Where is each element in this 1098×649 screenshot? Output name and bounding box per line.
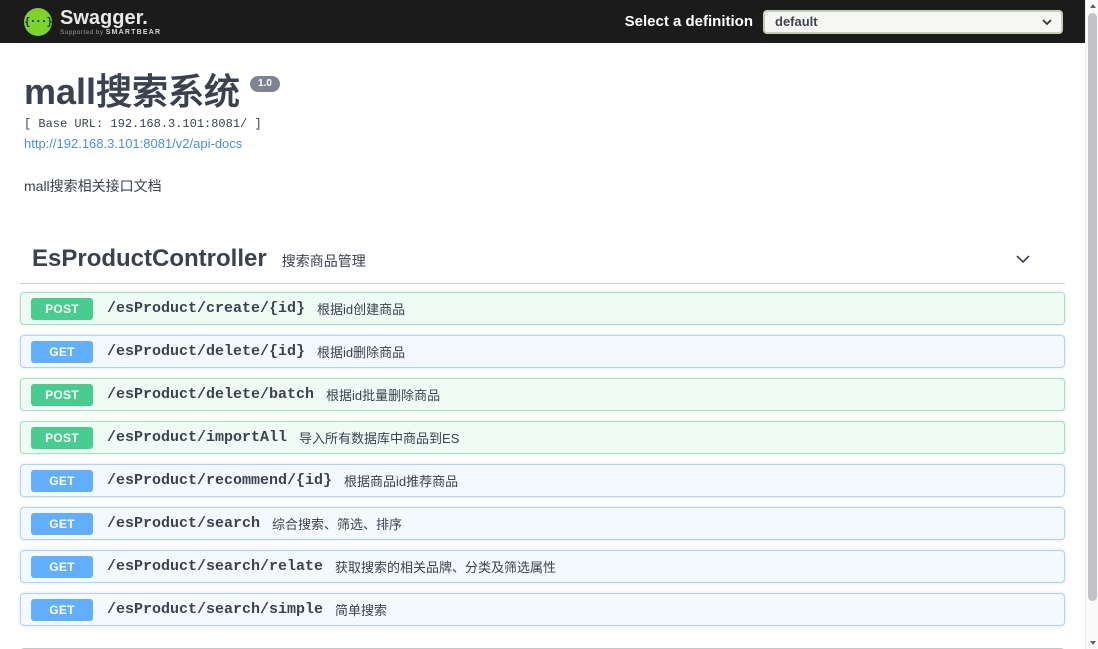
scrollbar[interactable] [1085, 0, 1098, 649]
topbar: {···} Swagger. Supported by SMARTBEAR Se… [0, 0, 1085, 43]
method-badge: GET [31, 512, 93, 535]
braces-glyph: {···} [23, 15, 53, 28]
api-docs-link[interactable]: http://192.168.3.101:8081/v2/api-docs [24, 136, 242, 151]
swagger-logo[interactable]: {···} Swagger. Supported by SMARTBEAR [23, 7, 161, 36]
content-column: {···} Swagger. Supported by SMARTBEAR Se… [0, 0, 1085, 649]
endpoint-summary: 简单搜索 [335, 603, 388, 618]
endpoint-path: /esProduct/search/simple [107, 601, 324, 618]
endpoint-path: /esProduct/recommend/{id} [107, 472, 333, 489]
method-badge: GET [31, 340, 93, 363]
endpoint-row[interactable]: GET /esProduct/search/relate 获取搜索的相关品牌、分… [20, 550, 1065, 583]
section-title: EsProductController [32, 244, 267, 272]
logo-title: Swagger. [60, 6, 148, 29]
section-description: 搜索商品管理 [281, 252, 366, 269]
main-content: mall搜索系统 1.0 [ Base URL: 192.168.3.101:8… [0, 43, 1085, 649]
method-badge: GET [31, 555, 93, 578]
smartbear-label: SMARTBEAR [105, 28, 162, 36]
endpoint-row[interactable]: POST /esProduct/importAll 导入所有数据库中商品到ES [20, 421, 1065, 454]
definition-selector-group: Select a definition default [624, 9, 1063, 34]
select-definition-label: Select a definition [624, 13, 753, 30]
scrollbar-down-arrow-icon[interactable] [1086, 637, 1098, 649]
scrollbar-up-arrow-icon[interactable] [1086, 0, 1098, 12]
endpoint-row[interactable]: POST /esProduct/create/{id} 根据id创建商品 [20, 292, 1065, 325]
section-header-esproductcontroller[interactable]: EsProductController 搜索商品管理 [20, 238, 1065, 284]
definition-select[interactable]: default [763, 9, 1063, 34]
endpoint-path: /esProduct/importAll [107, 429, 288, 446]
endpoint-row[interactable]: GET /esProduct/recommend/{id} 根据商品id推荐商品 [20, 464, 1065, 497]
endpoint-summary: 根据id批量删除商品 [326, 388, 441, 403]
version-badge: 1.0 [250, 76, 280, 92]
method-badge: POST [31, 426, 93, 449]
endpoint-summary: 根据商品id推荐商品 [344, 474, 459, 489]
page-title: mall搜索系统 1.0 [24, 74, 1065, 110]
endpoint-path: /esProduct/delete/{id} [107, 343, 306, 360]
swagger-logo-icon: {···} [23, 7, 53, 36]
endpoint-path: /esProduct/search [107, 515, 261, 532]
swagger-ui-page: {···} Swagger. Supported by SMARTBEAR Se… [0, 0, 1098, 649]
logo-subtitle: Supported by SMARTBEAR [60, 29, 161, 36]
chevron-down-icon [1042, 18, 1052, 25]
endpoint-summary: 根据id删除商品 [317, 345, 406, 360]
supported-by-label: Supported by [60, 28, 104, 36]
api-description: mall搜索相关接口文档 [24, 178, 162, 194]
api-info: mall搜索系统 1.0 [ Base URL: 192.168.3.101:8… [20, 43, 1065, 196]
method-badge: GET [31, 469, 93, 492]
method-badge: POST [31, 297, 93, 320]
endpoint-summary: 导入所有数据库中商品到ES [299, 431, 460, 446]
endpoint-summary: 获取搜索的相关品牌、分类及筛选属性 [335, 560, 557, 575]
definition-select-value: default [775, 14, 818, 29]
endpoint-path: /esProduct/search/relate [107, 558, 324, 575]
scrollbar-thumb[interactable] [1088, 13, 1097, 601]
esproductcontroller-section: EsProductController 搜索商品管理 POST /esProdu… [20, 238, 1065, 626]
api-title-text: mall搜索系统 [24, 71, 241, 112]
endpoint-list: POST /esProduct/create/{id} 根据id创建商品 GET… [20, 292, 1065, 626]
endpoint-path: /esProduct/create/{id} [107, 300, 306, 317]
method-badge: GET [31, 598, 93, 621]
endpoint-row[interactable]: POST /esProduct/delete/batch 根据id批量删除商品 [20, 378, 1065, 411]
endpoint-row[interactable]: GET /esProduct/search 综合搜索、筛选、排序 [20, 507, 1065, 540]
endpoint-summary: 综合搜索、筛选、排序 [272, 517, 403, 532]
chevron-down-icon[interactable] [1013, 249, 1033, 269]
endpoint-row[interactable]: GET /esProduct/search/simple 简单搜索 [20, 593, 1065, 626]
logo-text-block: Swagger. Supported by SMARTBEAR [60, 8, 161, 36]
method-badge: POST [31, 383, 93, 406]
endpoint-summary: 根据id创建商品 [317, 302, 406, 317]
endpoint-row[interactable]: GET /esProduct/delete/{id} 根据id删除商品 [20, 335, 1065, 368]
endpoint-path: /esProduct/delete/batch [107, 386, 315, 403]
base-url: [ Base URL: 192.168.3.101:8081/ ] [24, 117, 262, 131]
